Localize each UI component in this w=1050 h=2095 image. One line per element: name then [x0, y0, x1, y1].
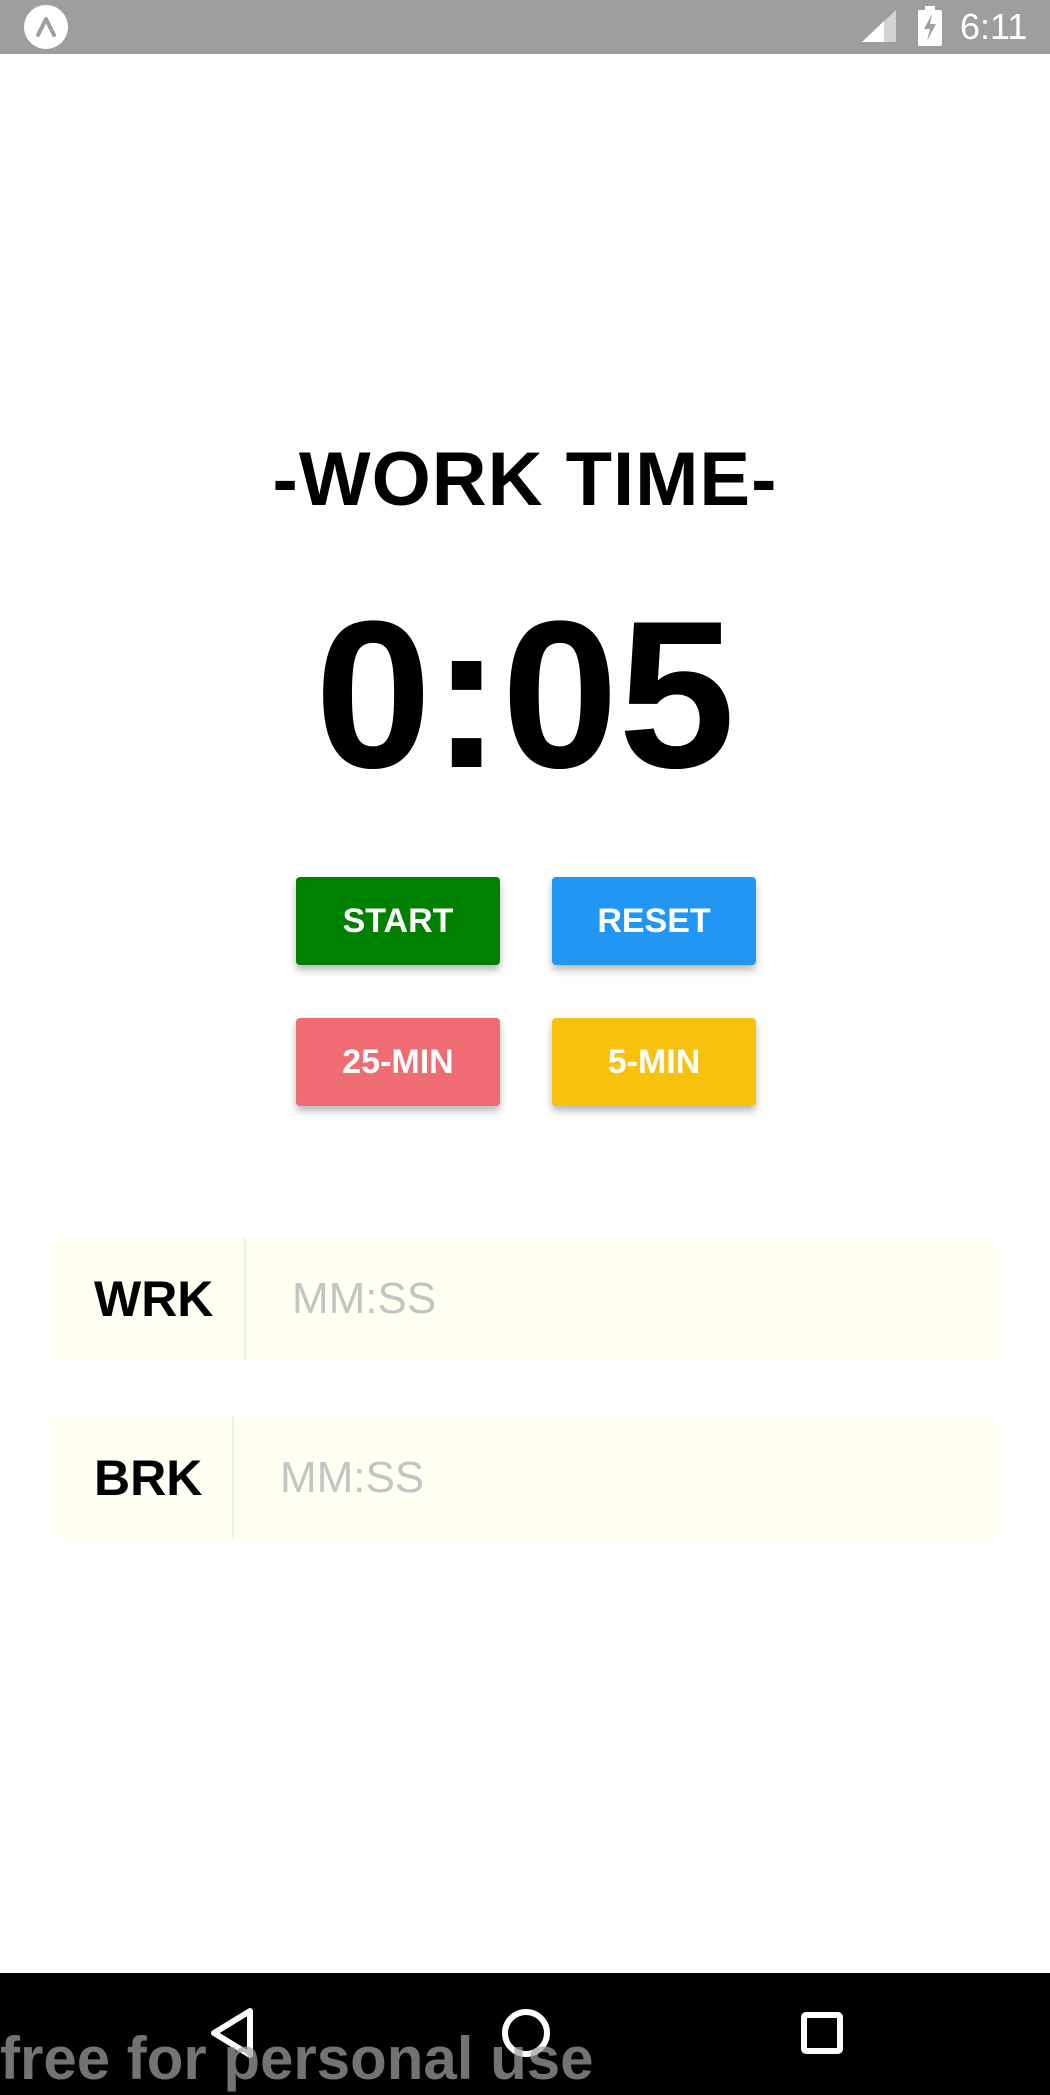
work-time-row: WRK: [52, 1238, 998, 1360]
app-screen: 6:11 -WORK TIME- 0:05 START RESET 25-MIN…: [0, 0, 1050, 2095]
preset-5-min-button[interactable]: 5-MIN: [552, 1018, 756, 1106]
back-icon[interactable]: [182, 1983, 282, 2083]
recents-icon[interactable]: [772, 1983, 872, 2083]
preset-25-min-button[interactable]: 25-MIN: [296, 1018, 500, 1106]
break-time-input[interactable]: [280, 1417, 978, 1539]
battery-charging-icon: [918, 6, 942, 46]
home-icon[interactable]: [476, 1983, 576, 2083]
break-time-row: BRK: [52, 1417, 998, 1539]
break-time-divider: [232, 1417, 234, 1539]
app-badge-icon: [24, 5, 68, 49]
navigation-bar: free for personal use: [0, 1973, 1050, 2095]
work-time-divider: [244, 1238, 246, 1360]
timer-display: 0:05: [314, 577, 736, 812]
status-time: 6:11: [960, 6, 1028, 47]
signal-icon: [862, 10, 896, 42]
start-button[interactable]: START: [296, 877, 500, 965]
work-time-input[interactable]: [292, 1238, 978, 1360]
break-time-label: BRK: [94, 1450, 203, 1506]
status-bar: 6:11: [0, 0, 1050, 54]
work-time-label: WRK: [94, 1271, 214, 1327]
reset-button[interactable]: RESET: [552, 877, 756, 965]
mode-title: -WORK TIME-: [272, 437, 778, 522]
